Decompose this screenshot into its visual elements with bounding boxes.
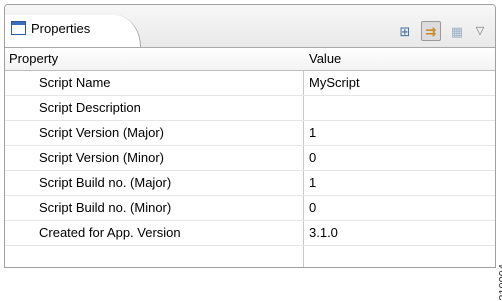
- table-row[interactable]: Script Description: [5, 96, 495, 121]
- table-row[interactable]: Script Build no. (Major) 1: [5, 171, 495, 196]
- property-value[interactable]: 3.1.0: [309, 225, 338, 240]
- tree-view-icon[interactable]: ⊞: [395, 21, 415, 41]
- property-name: Script Version (Minor): [39, 150, 164, 165]
- property-name: Script Name: [39, 75, 111, 90]
- table-row[interactable]: Script Version (Minor) 0: [5, 146, 495, 171]
- property-name: Script Build no. (Major): [39, 175, 172, 190]
- properties-tab-label: Properties: [31, 21, 91, 36]
- table-row[interactable]: [5, 246, 495, 267]
- properties-tab[interactable]: Properties: [5, 15, 141, 47]
- view-menu-icon[interactable]: ▽: [473, 21, 487, 41]
- table-row[interactable]: Script Version (Major) 1: [5, 121, 495, 146]
- property-value[interactable]: 0: [309, 200, 316, 215]
- properties-view: Properties ⊞ ⇉ ▦ ▽ Property Value Script…: [4, 4, 496, 268]
- property-name: Script Build no. (Minor): [39, 200, 172, 215]
- table-header: Property Value: [5, 48, 495, 71]
- property-value[interactable]: 1: [309, 125, 316, 140]
- table-row[interactable]: Script Name MyScript: [5, 71, 495, 96]
- property-name: Script Version (Major): [39, 125, 164, 140]
- table-row[interactable]: Created for App. Version 3.1.0: [5, 221, 495, 246]
- property-value[interactable]: 0: [309, 150, 316, 165]
- show-advanced-properties-icon[interactable]: ⇉: [421, 21, 441, 41]
- column-header-value[interactable]: Value: [309, 51, 341, 66]
- categories-icon[interactable]: ▦: [447, 21, 467, 41]
- properties-table: Property Value Script Name MyScript Scri…: [5, 48, 495, 267]
- property-value[interactable]: MyScript: [309, 75, 360, 90]
- properties-view-icon: [11, 21, 26, 35]
- column-header-property[interactable]: Property: [9, 51, 58, 66]
- property-name: Created for App. Version: [39, 225, 181, 240]
- property-value[interactable]: 1: [309, 175, 316, 190]
- property-name: Script Description: [39, 100, 141, 115]
- view-toolbar: ⊞ ⇉ ▦ ▽: [395, 19, 487, 43]
- table-row[interactable]: Script Build no. (Minor) 0: [5, 196, 495, 221]
- view-title-bar: Properties ⊞ ⇉ ▦ ▽: [5, 5, 495, 48]
